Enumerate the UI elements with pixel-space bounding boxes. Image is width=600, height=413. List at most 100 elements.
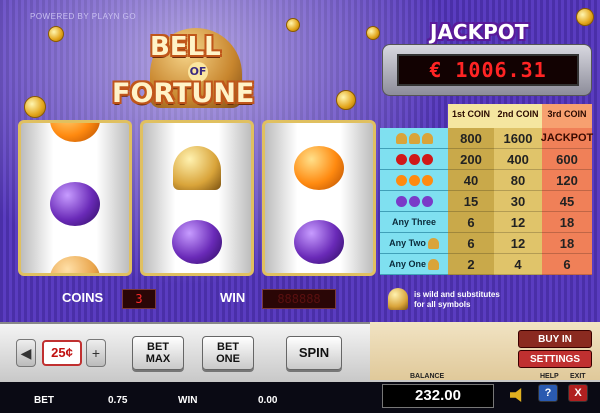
cherry-icon bbox=[408, 153, 420, 165]
bet-max-button[interactable]: BET MAX bbox=[132, 336, 184, 370]
bell-icon bbox=[388, 288, 408, 310]
wild-note-line2: for all symbols bbox=[414, 300, 471, 309]
paytable-cell: 40 bbox=[448, 170, 494, 191]
paytable-row: Any One 2 4 6 bbox=[380, 254, 592, 275]
settings-button[interactable]: SETTINGS bbox=[518, 350, 592, 368]
gold-coin-icon bbox=[48, 26, 64, 42]
balance-value: 232.00 bbox=[382, 384, 494, 408]
reel-symbol bbox=[143, 205, 251, 273]
logo-word-bell: BELL bbox=[150, 32, 221, 62]
bell-icon bbox=[428, 258, 439, 270]
coin-decrease-button[interactable]: ◀ bbox=[16, 339, 36, 367]
reel-1 bbox=[18, 120, 132, 276]
paytable-row-label: Any Three bbox=[380, 212, 448, 233]
reel-symbol bbox=[21, 241, 129, 273]
paytable-cell: 12 bbox=[494, 212, 542, 233]
paytable-row: Any Two 6 12 18 bbox=[380, 233, 592, 254]
paytable-cell: 6 bbox=[542, 254, 592, 275]
exit-label: EXIT bbox=[570, 373, 586, 380]
gold-coin-icon bbox=[366, 26, 380, 40]
bet-one-label: BET ONE bbox=[216, 341, 240, 365]
paytable-cell: 6 bbox=[448, 212, 494, 233]
jackpot-title: JACKPOT bbox=[430, 20, 529, 44]
paytable-header-3: 3rd COIN bbox=[542, 104, 592, 128]
paytable-row-text: Any One bbox=[388, 259, 426, 269]
orange-icon bbox=[421, 174, 433, 186]
spin-button[interactable]: SPIN bbox=[286, 336, 342, 370]
bet-status-label: BET bbox=[34, 395, 54, 406]
game-stage: POWERED BY PLAYN GO BELL OF FORTUNE JACK… bbox=[0, 0, 600, 413]
gold-coin-icon bbox=[286, 18, 300, 32]
reel-symbol bbox=[143, 131, 251, 205]
orange-icon bbox=[50, 123, 100, 142]
plum-icon bbox=[408, 195, 420, 207]
paytable-cell: 200 bbox=[448, 149, 494, 170]
paytable-cell: 6 bbox=[448, 233, 494, 254]
orange-icon bbox=[408, 174, 420, 186]
paytable-row-label: Any One bbox=[380, 254, 448, 275]
paytable-header-label: 1st COIN bbox=[451, 109, 490, 119]
plum-icon bbox=[172, 220, 222, 264]
paytable-cell: 800 bbox=[448, 128, 494, 149]
reel-area bbox=[18, 120, 380, 282]
help-button[interactable]: ? bbox=[538, 384, 558, 402]
wild-symbol-note: is wild and substitutes for all symbols bbox=[386, 288, 576, 316]
peach-icon bbox=[50, 256, 100, 273]
logo-word-fortune: FORTUNE bbox=[112, 78, 255, 109]
orange-icon bbox=[395, 174, 407, 186]
powered-by-label: POWERED BY PLAYN GO bbox=[30, 12, 137, 21]
reel-symbol bbox=[21, 167, 129, 241]
win-status-value: 0.00 bbox=[258, 395, 278, 406]
reel-symbol bbox=[265, 205, 373, 273]
exit-button[interactable]: X bbox=[568, 384, 588, 402]
coin-value-display: 25¢ bbox=[42, 340, 82, 366]
coins-label: COINS bbox=[62, 290, 104, 305]
paytable-row-symbols bbox=[380, 170, 448, 191]
paytable-cell: 400 bbox=[494, 149, 542, 170]
paytable-row-text: Any Three bbox=[391, 217, 436, 227]
plum-icon bbox=[395, 195, 407, 207]
bet-one-button[interactable]: BET ONE bbox=[202, 336, 254, 370]
paytable-cell: 4 bbox=[494, 254, 542, 275]
jackpot-display: JACKPOT € 1006.31 bbox=[382, 20, 592, 96]
paytable-cell: 1600 bbox=[494, 128, 542, 149]
reel-3 bbox=[262, 120, 376, 276]
wild-note-line1: is wild and substitutes bbox=[414, 290, 500, 299]
bet-max-label: BET MAX bbox=[145, 341, 171, 365]
bell-icon bbox=[395, 132, 407, 144]
paytable-header-2: 2nd COIN bbox=[494, 104, 542, 128]
paytable: 1st COIN 2nd COIN 3rd COIN 800 1600 JACK… bbox=[380, 104, 594, 280]
paytable-header-1: 1st COIN bbox=[448, 104, 494, 128]
bet-status-value: 0.75 bbox=[108, 395, 128, 406]
wild-note-text: is wild and substitutes for all symbols bbox=[414, 290, 500, 310]
paytable-row: 800 1600 JACKPOT bbox=[380, 128, 593, 149]
paytable-cell: 80 bbox=[494, 170, 542, 191]
jackpot-amount: € 1006.31 bbox=[397, 54, 579, 86]
bell-icon bbox=[173, 146, 221, 190]
win-status-label: WIN bbox=[178, 395, 198, 406]
reel-symbol bbox=[21, 123, 129, 157]
paytable-row-symbols bbox=[380, 128, 448, 149]
paytable-cell: 18 bbox=[542, 233, 592, 254]
paytable-header-label: 3rd COIN bbox=[547, 109, 587, 119]
reel-symbol bbox=[265, 131, 373, 205]
paytable-cell: 12 bbox=[494, 233, 542, 254]
balance-label: BALANCE bbox=[410, 373, 445, 380]
buy-in-button[interactable]: BUY IN bbox=[518, 330, 592, 348]
paytable-header-label: 2nd COIN bbox=[497, 109, 539, 119]
game-logo: BELL OF FORTUNE bbox=[112, 28, 282, 112]
plum-icon bbox=[294, 220, 344, 264]
coin-increase-button[interactable]: + bbox=[86, 339, 106, 367]
bell-icon bbox=[408, 132, 420, 144]
help-label: HELP bbox=[540, 373, 559, 380]
bell-icon bbox=[421, 132, 433, 144]
paytable-cell: 2 bbox=[448, 254, 494, 275]
plum-icon bbox=[50, 182, 100, 226]
gold-coin-icon bbox=[24, 96, 46, 118]
paytable-cell: 45 bbox=[542, 191, 592, 212]
cherry-icon bbox=[395, 153, 407, 165]
paytable-row-label: Any Two bbox=[380, 233, 448, 254]
reel-2 bbox=[140, 120, 254, 276]
coins-counter: 3 bbox=[122, 289, 156, 309]
plum-icon bbox=[421, 195, 433, 207]
